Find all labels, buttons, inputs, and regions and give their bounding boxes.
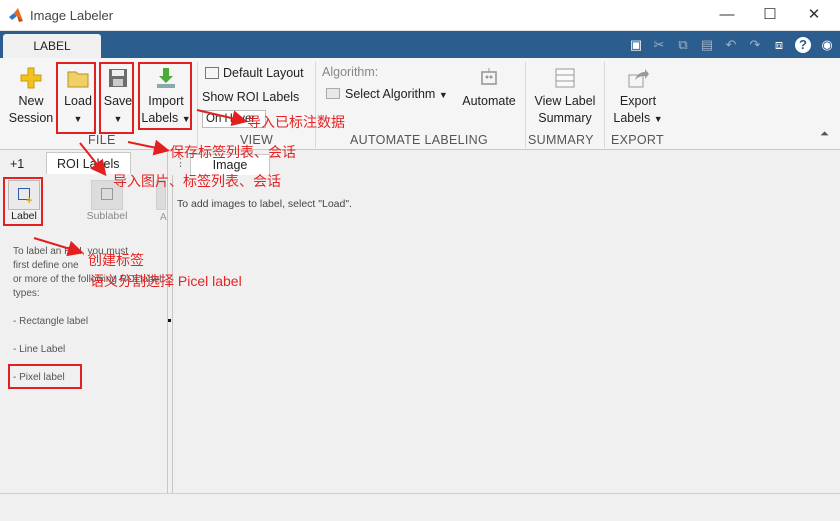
view-label-summary-button[interactable]: View Label Summary [530, 66, 600, 127]
line-label-type: - Line Label [13, 344, 66, 355]
collapse-ribbon-icon[interactable]: ⏶ [820, 128, 829, 141]
default-layout-button[interactable]: Default Layout [205, 66, 304, 80]
cut-quick-icon[interactable]: ✂ [651, 37, 667, 53]
export-labels-button[interactable]: Export Labels ▼ [610, 66, 666, 128]
rectangle-label-type: - Rectangle label [13, 316, 89, 327]
section-export: EXPORT [611, 133, 664, 147]
save-quick-icon[interactable]: ▣ [628, 37, 644, 53]
section-divider [604, 62, 605, 148]
annotation-save-lists: 保存标签列表、会话 [170, 144, 296, 160]
select-algorithm-button[interactable]: Select Algorithm ▼ [326, 87, 448, 101]
folder-icon [326, 88, 340, 99]
maximize-button[interactable]: ☐ [755, 4, 785, 26]
new-session-button[interactable]: New Session [6, 66, 56, 127]
annotation-pixel-label-note: 语义分割选择 Picel label [90, 273, 242, 289]
plus-icon [20, 67, 42, 89]
algorithm-dropdown-icon: ▼ [438, 90, 448, 100]
minimize-button[interactable]: — [712, 4, 742, 26]
export-dropdown-icon[interactable]: ▼ [654, 114, 663, 124]
highlight-pixel-label [8, 364, 82, 389]
attribute-label: A [160, 212, 167, 223]
close-button[interactable]: ✕ [799, 4, 829, 26]
highlight-label-tool [3, 177, 43, 226]
highlight-load [56, 62, 96, 134]
show-roi-labels-label: Show ROI Labels [202, 90, 300, 104]
highlight-save [99, 62, 134, 134]
help-icon[interactable]: ? [795, 37, 811, 53]
switch-windows-icon[interactable]: ⧈ [771, 37, 787, 53]
section-file: FILE [88, 133, 116, 147]
section-divider [315, 62, 316, 148]
window-title: Image Labeler [30, 8, 114, 23]
robot-automate-icon [481, 68, 497, 85]
image-panel [172, 175, 840, 493]
splitter-handle[interactable] [168, 319, 171, 322]
redo-quick-icon[interactable]: ↷ [747, 37, 763, 53]
summary-table-icon [555, 68, 575, 88]
annotation-create-label: 创建标签 [88, 252, 144, 268]
algorithm-label: Algorithm: [322, 65, 379, 79]
section-divider [525, 62, 526, 148]
tab-label[interactable]: LABEL [3, 34, 101, 58]
export-arrow-icon [628, 69, 649, 88]
ribbon-tab-strip: LABEL ▣ ✂ ⧉ ▤ ↶ ↷ ⧈ ? ◉ [0, 31, 840, 58]
highlight-import [138, 62, 192, 130]
annotation-import-labeled: 导入已标注数据 [247, 114, 345, 130]
section-summary: SUMMARY [528, 133, 594, 147]
copy-quick-icon[interactable]: ⧉ [675, 37, 691, 53]
image-empty-message: To add images to label, select "Load". [177, 198, 352, 210]
tab-more[interactable]: +1 [10, 153, 30, 175]
status-bar [0, 493, 840, 521]
annotation-import-images: 导入图片、标签列表、会话 [113, 173, 281, 189]
title-bar: Image Labeler — ☐ ✕ [0, 0, 840, 31]
paste-quick-icon[interactable]: ▤ [699, 37, 715, 53]
undo-quick-icon[interactable]: ↶ [723, 37, 739, 53]
automate-button[interactable]: Automate [458, 66, 520, 110]
layout-icon [205, 67, 219, 79]
section-automate-labeling: AUTOMATE LABELING [350, 133, 489, 147]
matlab-icon [9, 8, 23, 22]
ribbon-options-icon[interactable]: ◉ [819, 37, 835, 53]
section-divider [197, 62, 198, 148]
